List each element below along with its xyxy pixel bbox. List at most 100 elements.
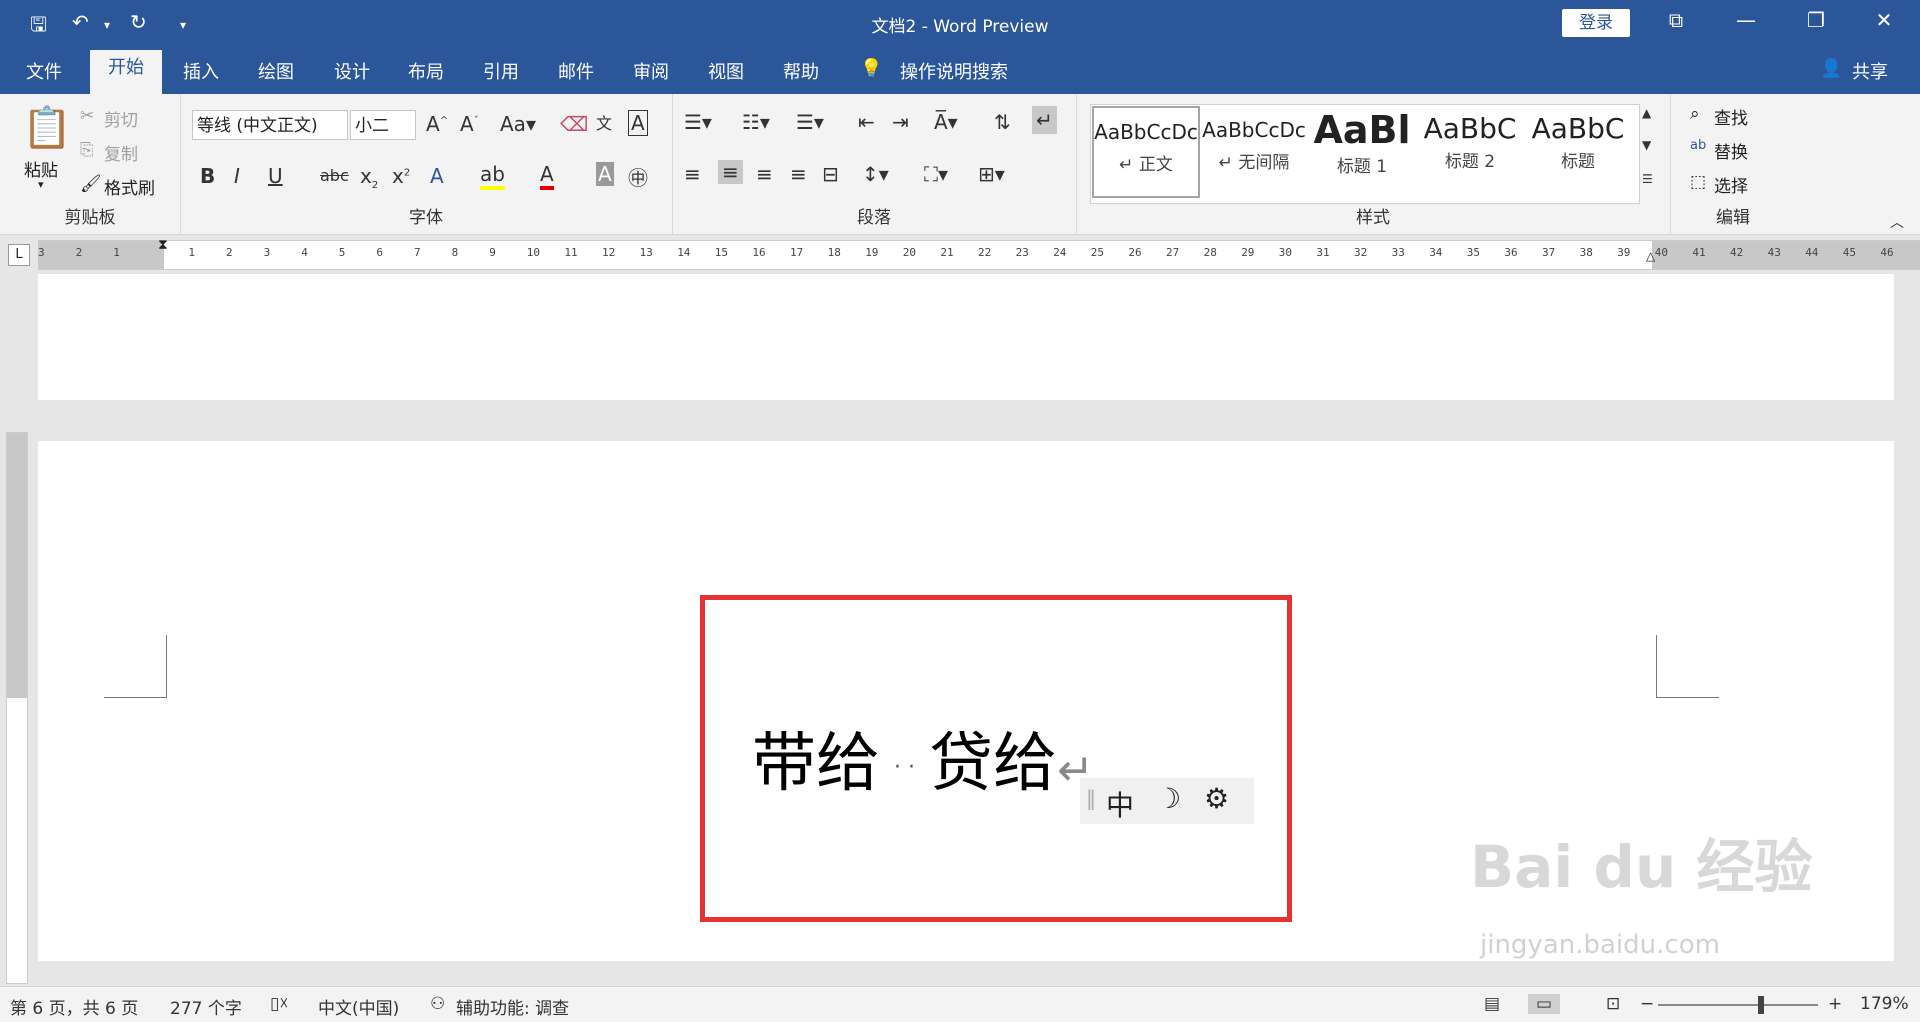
change-case-icon[interactable]: Aa▾ bbox=[500, 112, 536, 136]
select-button[interactable]: 选择 bbox=[1714, 172, 1748, 197]
show-hide-marks-icon[interactable]: ↵ bbox=[1032, 106, 1057, 134]
gear-icon[interactable]: ⚙ bbox=[1204, 782, 1229, 815]
paragraph-label: 段落 bbox=[857, 208, 891, 228]
horizontal-ruler[interactable]: 3 2 1 1 2 3 4 5 6 7 8 9 10 11 12 13 14 15 16 17 18 19 20 21 22 23… bbox=[38, 237, 1920, 270]
zoom-in-icon[interactable]: + bbox=[1828, 994, 1842, 1014]
paste-dropdown-icon[interactable]: ▾ bbox=[38, 178, 44, 191]
style-title[interactable]: AaBbC 标题 bbox=[1524, 106, 1632, 198]
ime-toolbar: ‖ 中 ☽ ⚙ bbox=[1080, 778, 1254, 824]
styles-more-icon[interactable]: ☰ bbox=[1642, 172, 1653, 186]
zoom-slider[interactable] bbox=[1658, 1004, 1818, 1006]
style-normal[interactable]: AaBbCcDc ↵ 正文 bbox=[1092, 106, 1200, 198]
vertical-ruler[interactable] bbox=[6, 432, 28, 984]
sort-icon[interactable]: ⇅ bbox=[994, 110, 1011, 134]
shading-icon[interactable]: ⛶▾ bbox=[924, 162, 948, 186]
style-no-spacing[interactable]: AaBbCcDc ↵ 无间隔 bbox=[1200, 106, 1308, 198]
zoom-level[interactable]: 179% bbox=[1860, 994, 1909, 1014]
style-heading-1[interactable]: AaBl 标题 1 bbox=[1308, 106, 1416, 198]
page-previous[interactable] bbox=[38, 274, 1894, 400]
superscript-icon[interactable]: x2 bbox=[392, 164, 410, 188]
read-mode-icon[interactable]: ▤ bbox=[1484, 994, 1500, 1014]
italic-icon[interactable]: I bbox=[234, 164, 240, 188]
tab-file[interactable]: 文件 bbox=[26, 58, 62, 84]
shrink-font-icon[interactable]: Aˇ bbox=[460, 112, 479, 136]
bold-icon[interactable]: B bbox=[200, 164, 215, 188]
style-heading-2[interactable]: AaBbC 标题 2 bbox=[1416, 106, 1524, 198]
tab-references[interactable]: 引用 bbox=[483, 58, 519, 84]
font-size-select[interactable]: 小二 bbox=[350, 110, 416, 140]
enclose-characters-icon[interactable]: ㊥ bbox=[628, 162, 648, 191]
numbering-icon[interactable]: ☷▾ bbox=[742, 110, 770, 134]
tab-draw[interactable]: 绘图 bbox=[258, 58, 294, 84]
tab-design[interactable]: 设计 bbox=[334, 58, 370, 84]
right-indent-marker-icon[interactable]: △ bbox=[1646, 249, 1655, 263]
document-text[interactable]: 带给 · · 贷给↵ bbox=[752, 712, 1094, 804]
character-shading-icon[interactable]: A bbox=[596, 162, 614, 186]
web-layout-icon[interactable]: ⊡ bbox=[1606, 994, 1620, 1014]
word-count[interactable]: 277 个字 bbox=[170, 994, 242, 1019]
page-count[interactable]: 第 6 页，共 6 页 bbox=[10, 994, 138, 1019]
find-button[interactable]: 查找 bbox=[1714, 104, 1748, 129]
ruler-number: 46 bbox=[1880, 246, 1894, 259]
text-effects-icon[interactable]: A bbox=[430, 164, 444, 188]
multilevel-list-icon[interactable]: ☰▾ bbox=[796, 110, 824, 134]
language[interactable]: 中文(中国) bbox=[318, 994, 399, 1019]
tab-layout[interactable]: 布局 bbox=[408, 58, 444, 84]
proofing-icon[interactable]: ▯☓ bbox=[270, 994, 288, 1014]
tab-selector[interactable]: L bbox=[8, 244, 30, 266]
highlight-icon[interactable]: ab bbox=[480, 162, 505, 190]
tab-view[interactable]: 视图 bbox=[708, 58, 744, 84]
tab-review[interactable]: 审阅 bbox=[633, 58, 669, 84]
font-color-icon[interactable]: A bbox=[540, 162, 554, 190]
moon-icon[interactable]: ☽ bbox=[1156, 782, 1181, 815]
ime-drag-handle[interactable]: ‖ bbox=[1086, 786, 1096, 810]
tell-me-search[interactable]: 操作说明搜索 bbox=[900, 58, 1008, 84]
paste-icon[interactable]: 📋 bbox=[22, 104, 72, 151]
grow-font-icon[interactable]: A^ bbox=[426, 112, 448, 136]
justify-icon[interactable]: ≡ bbox=[790, 162, 807, 186]
close-icon[interactable]: ✕ bbox=[1864, 8, 1904, 32]
styles-scroll-down-icon[interactable]: ▼ bbox=[1642, 138, 1651, 152]
phonetic-guide-icon[interactable]: 文 bbox=[596, 110, 612, 134]
align-left-icon[interactable]: ≡ bbox=[684, 162, 701, 186]
chinese-layout-icon[interactable]: A̅▾ bbox=[934, 110, 958, 134]
restore-icon[interactable]: ❐ bbox=[1796, 8, 1836, 32]
ruler-number: 11 bbox=[564, 246, 578, 259]
collapse-ribbon-icon[interactable]: ︿ bbox=[1890, 212, 1904, 232]
share-button[interactable]: 共享 bbox=[1852, 58, 1888, 84]
tab-help[interactable]: 帮助 bbox=[783, 58, 819, 84]
cut-button[interactable]: 剪切 bbox=[104, 106, 138, 131]
strikethrough-icon[interactable]: abc bbox=[320, 166, 349, 185]
ruler-number: 8 bbox=[451, 246, 459, 259]
underline-icon[interactable]: U bbox=[268, 164, 283, 188]
copy-button[interactable]: 复制 bbox=[104, 140, 138, 165]
decrease-indent-icon[interactable]: ⇤ bbox=[858, 110, 875, 134]
clear-formatting-icon[interactable]: ⌫ bbox=[560, 112, 588, 136]
zoom-out-icon[interactable]: − bbox=[1640, 994, 1654, 1014]
replace-button[interactable]: 替换 bbox=[1714, 138, 1748, 163]
character-border-icon[interactable]: A bbox=[628, 110, 648, 136]
font-name-select[interactable]: 等线 (中文正文) bbox=[192, 110, 348, 140]
print-layout-icon[interactable]: ▭ bbox=[1528, 994, 1561, 1014]
borders-icon[interactable]: ⊞▾ bbox=[978, 162, 1005, 186]
line-spacing-icon[interactable]: ↕▾ bbox=[862, 162, 889, 186]
subscript-icon[interactable]: x2 bbox=[360, 164, 378, 191]
align-right-icon[interactable]: ≡ bbox=[756, 162, 773, 186]
styles-scroll-up-icon[interactable]: ▲ bbox=[1642, 106, 1651, 120]
accessibility-status[interactable]: 辅助功能: 调查 bbox=[456, 994, 569, 1019]
ime-mode-toggle[interactable]: 中 bbox=[1106, 784, 1134, 824]
zoom-slider-thumb[interactable] bbox=[1758, 996, 1764, 1014]
minimize-icon[interactable]: — bbox=[1726, 8, 1766, 32]
bullets-icon[interactable]: ☰▾ bbox=[684, 110, 712, 134]
tab-insert[interactable]: 插入 bbox=[183, 58, 219, 84]
increase-indent-icon[interactable]: ⇥ bbox=[892, 110, 909, 134]
format-painter-button[interactable]: 格式刷 bbox=[104, 174, 155, 199]
ruler-number: 17 bbox=[790, 246, 804, 259]
ribbon-display-icon[interactable]: ⧉ bbox=[1656, 8, 1696, 32]
tab-mailings[interactable]: 邮件 bbox=[558, 58, 594, 84]
distributed-icon[interactable]: ⊟ bbox=[822, 162, 839, 186]
align-center-icon[interactable]: ≡ bbox=[718, 160, 743, 184]
indent-marker-icon[interactable]: ⧗ bbox=[158, 237, 168, 253]
tab-home[interactable]: 开始 bbox=[90, 50, 162, 94]
login-button[interactable]: 登录 bbox=[1562, 9, 1630, 37]
